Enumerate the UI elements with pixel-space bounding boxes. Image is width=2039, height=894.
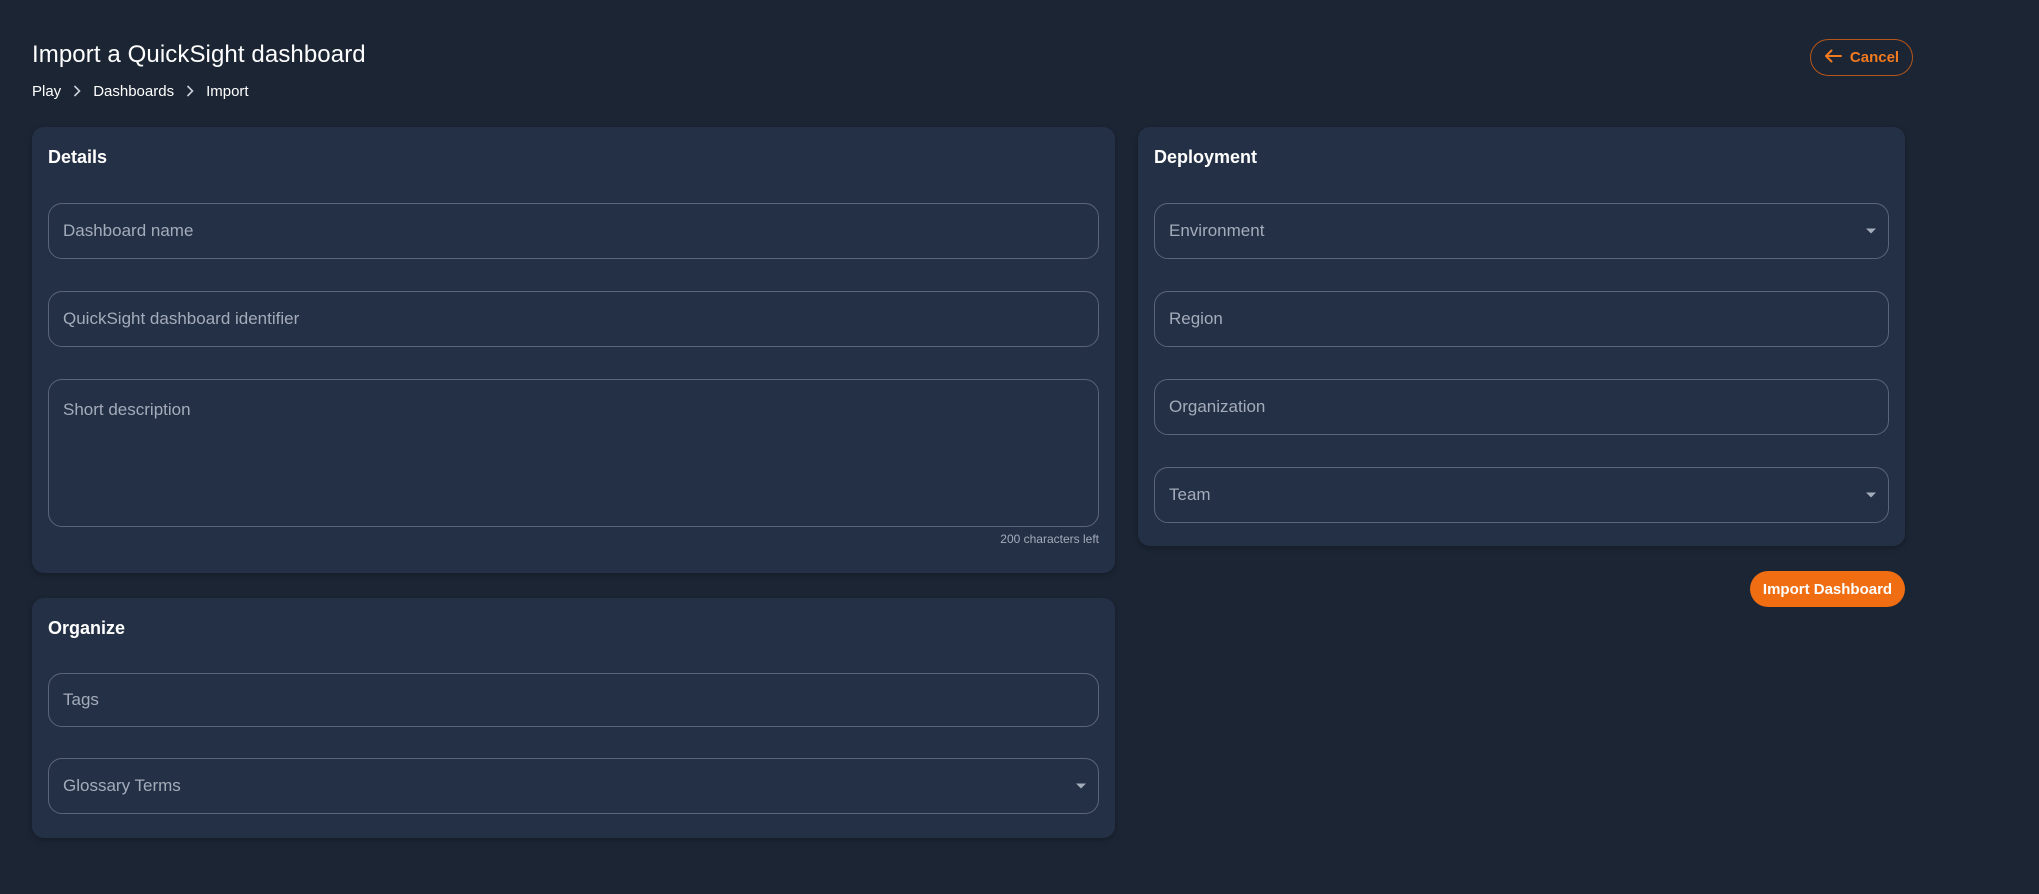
organization-placeholder: Organization — [1169, 397, 1266, 416]
deployment-title: Deployment — [1154, 147, 1258, 167]
import-dashboard-button[interactable]: Import Dashboard — [1750, 571, 1905, 607]
caret-down-icon — [1866, 492, 1876, 498]
details-card: Details Dashboard name QuickSight dashbo… — [32, 127, 1115, 573]
chevron-right-icon — [174, 82, 206, 100]
breadcrumb-play[interactable]: Play — [32, 83, 61, 100]
glossary-terms-placeholder: Glossary Terms — [63, 776, 181, 795]
page-title: Import a QuickSight dashboard — [32, 41, 366, 68]
tags-placeholder: Tags — [63, 690, 99, 709]
cancel-label: Cancel — [1849, 49, 1900, 66]
breadcrumb-import: Import — [206, 82, 249, 100]
dashboard-identifier-placeholder: QuickSight dashboard identifier — [63, 309, 300, 328]
breadcrumb-dashboards[interactable]: Dashboards — [93, 83, 174, 100]
organize-title: Organize — [48, 618, 126, 638]
glossary-terms-select[interactable]: Glossary Terms — [48, 758, 1099, 814]
environment-placeholder: Environment — [1169, 221, 1265, 240]
details-title: Details — [48, 147, 108, 167]
region-placeholder: Region — [1169, 309, 1223, 328]
organize-card: Organize Tags Glossary Terms — [32, 598, 1115, 838]
environment-select[interactable]: Environment — [1154, 203, 1889, 259]
chevron-right-icon — [61, 82, 93, 100]
arrow-left-icon — [1824, 49, 1842, 67]
deployment-card: Deployment Environment Region Organizati… — [1138, 127, 1905, 546]
cancel-button[interactable]: Cancel — [1810, 39, 1913, 76]
short-description-field[interactable]: Short description — [48, 379, 1099, 527]
page: Import a QuickSight dashboard Play Dashb… — [0, 0, 2039, 894]
organization-field[interactable]: Organization — [1154, 379, 1889, 435]
description-helper-text: 200 characters left — [1000, 532, 1099, 546]
dashboard-identifier-field[interactable]: QuickSight dashboard identifier — [48, 291, 1099, 347]
short-description-placeholder: Short description — [63, 400, 191, 419]
dashboard-name-field[interactable]: Dashboard name — [48, 203, 1099, 259]
caret-down-icon — [1866, 228, 1876, 234]
breadcrumb: Play Dashboards Import — [32, 82, 249, 100]
team-select[interactable]: Team — [1154, 467, 1889, 523]
team-placeholder: Team — [1169, 485, 1211, 504]
region-field[interactable]: Region — [1154, 291, 1889, 347]
tags-field[interactable]: Tags — [48, 673, 1099, 727]
dashboard-name-placeholder: Dashboard name — [63, 221, 194, 240]
caret-down-icon — [1076, 783, 1086, 789]
